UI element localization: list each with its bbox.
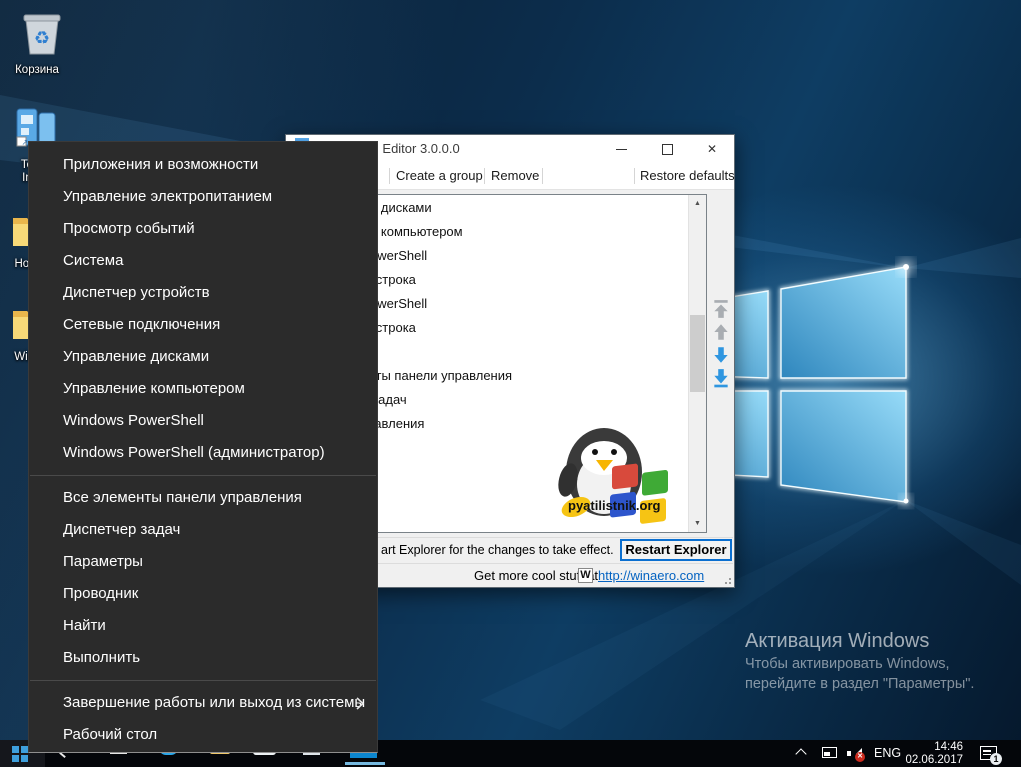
menu-item-file-explorer[interactable]: Проводник xyxy=(29,578,377,610)
menu-item-powershell[interactable]: Windows PowerShell xyxy=(29,405,377,437)
menu-item-power-options[interactable]: Управление электропитанием xyxy=(29,181,377,213)
move-to-top-button[interactable] xyxy=(711,299,731,319)
menu-item-search[interactable]: Найти xyxy=(29,610,377,642)
toolbar-separator xyxy=(484,168,485,184)
move-to-bottom-button[interactable] xyxy=(711,368,731,388)
maximize-button[interactable] xyxy=(648,135,686,163)
clock-date: 02.06.2017 xyxy=(895,754,963,767)
submenu-chevron-icon xyxy=(356,697,364,710)
watermark-text: pyatilistnik.org xyxy=(568,498,661,513)
activation-title: Активация Windows xyxy=(745,628,974,654)
move-up-button[interactable] xyxy=(711,322,731,342)
restore-defaults-button[interactable]: Restore defaults xyxy=(640,166,735,186)
toolbar-separator xyxy=(542,168,543,184)
toolbar-separator xyxy=(389,168,390,184)
menu-item-network-connections[interactable]: Сетевые подключения xyxy=(29,309,377,341)
menu-separator xyxy=(30,680,376,681)
toolbar-separator xyxy=(634,168,635,184)
notification-badge: 1 xyxy=(990,753,1002,765)
menu-item-device-manager[interactable]: Диспетчер устройств xyxy=(29,277,377,309)
close-button[interactable]: ✕ xyxy=(693,135,731,163)
tray-chevron-icon[interactable] xyxy=(795,748,806,759)
menu-item-event-viewer[interactable]: Просмотр событий xyxy=(29,213,377,245)
restart-hint-text: art Explorer for the changes to take eff… xyxy=(381,539,614,561)
desktop-icon-recycle-bin[interactable]: ♻ Корзина xyxy=(5,10,69,77)
taskbar-clock[interactable]: 14:46 02.06.2017 xyxy=(895,741,963,766)
volume-muted-icon[interactable]: ✕ xyxy=(847,748,865,760)
create-group-button[interactable]: Create a group xyxy=(396,166,483,186)
winaero-logo-icon: W xyxy=(578,568,593,583)
icon-label: Корзина xyxy=(5,64,69,77)
active-app-indicator xyxy=(345,762,385,765)
menu-item-computer-management[interactable]: Управление компьютером xyxy=(29,373,377,405)
recycle-bin-icon: ♻ xyxy=(20,10,64,56)
resize-grip-icon[interactable] xyxy=(721,574,731,584)
menu-item-desktop[interactable]: Рабочий стол xyxy=(29,719,377,751)
activation-watermark: Активация Windows Чтобы активировать Win… xyxy=(745,628,974,694)
activation-line1: Чтобы активировать Windows, xyxy=(745,654,974,674)
menu-separator xyxy=(30,475,376,476)
menu-item-system[interactable]: Система xyxy=(29,245,377,277)
remove-button[interactable]: Remove xyxy=(491,166,539,186)
scroll-down-arrow[interactable]: ▼ xyxy=(689,515,706,532)
menu-item-control-panel-items[interactable]: Все элементы панели управления xyxy=(29,482,377,514)
vertical-scrollbar[interactable]: ▲ ▼ xyxy=(688,195,706,532)
restart-explorer-button[interactable]: Restart Explorer xyxy=(620,539,732,561)
minimize-button[interactable] xyxy=(602,135,640,163)
pyatilistnik-watermark: pyatilistnik.org xyxy=(558,422,672,528)
menu-item-shutdown-signout[interactable]: Завершение работы или выход из системы xyxy=(29,687,377,719)
menu-item-label: Завершение работы или выход из системы xyxy=(63,694,365,711)
scrollbar-thumb[interactable] xyxy=(690,315,705,392)
menu-item-task-manager[interactable]: Диспетчер задач xyxy=(29,514,377,546)
winx-power-menu: Приложения и возможности Управление элек… xyxy=(28,141,378,753)
activation-line2: перейдите в раздел "Параметры". xyxy=(745,674,974,694)
menu-item-apps-features[interactable]: Приложения и возможности xyxy=(29,149,377,181)
menu-item-run[interactable]: Выполнить xyxy=(29,642,377,674)
menu-item-powershell-admin[interactable]: Windows PowerShell (администратор) xyxy=(29,437,377,469)
winaero-link[interactable]: http://winaero.com xyxy=(598,566,704,586)
windows-logo-icon xyxy=(12,746,28,762)
scroll-up-arrow[interactable]: ▲ xyxy=(689,195,706,212)
clock-time: 14:46 xyxy=(895,741,963,754)
network-icon[interactable] xyxy=(822,747,837,758)
menu-item-settings[interactable]: Параметры xyxy=(29,546,377,578)
menu-item-disk-management[interactable]: Управление дисками xyxy=(29,341,377,373)
move-down-button[interactable] xyxy=(711,345,731,365)
svg-text:♻: ♻ xyxy=(34,28,50,48)
